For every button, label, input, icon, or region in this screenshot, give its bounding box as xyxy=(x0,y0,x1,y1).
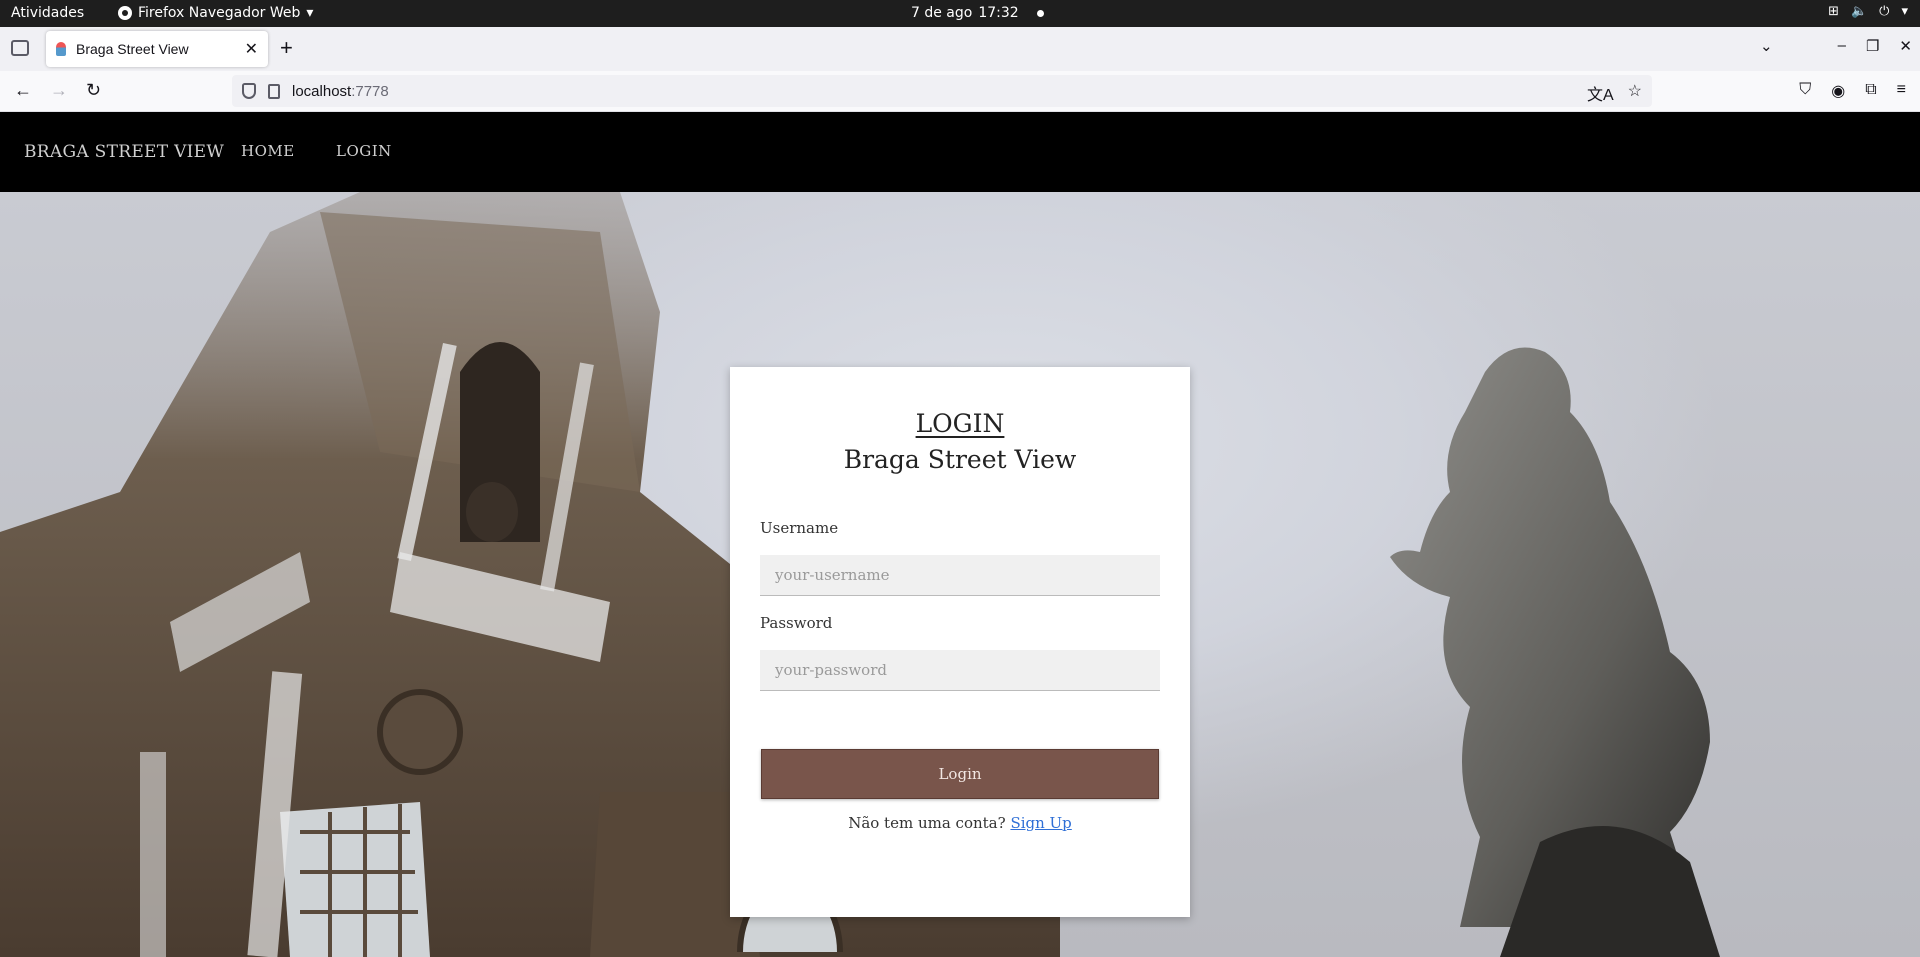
web-page: BRAGA STREET VIEW HOME LOGIN LOGIN Braga… xyxy=(0,112,1920,957)
nav-login-link[interactable]: LOGIN xyxy=(336,142,392,160)
system-top-bar: Atividades Firefox Navegador Web ▾ 7 de … xyxy=(0,0,1920,27)
login-button[interactable]: Login xyxy=(761,749,1159,799)
signup-link[interactable]: Sign Up xyxy=(1010,814,1071,832)
username-label: Username xyxy=(760,519,839,537)
clock-time: 17:32 xyxy=(978,5,1019,21)
password-input[interactable] xyxy=(760,650,1160,691)
close-window-icon[interactable]: ✕ xyxy=(1899,37,1912,55)
hero-background: LOGIN Braga Street View Username Passwor… xyxy=(0,192,1920,957)
window-controls: – ❐ ✕ xyxy=(1838,37,1912,55)
chevron-down-icon: ▾ xyxy=(1901,4,1908,19)
statue-image xyxy=(1390,347,1720,957)
site-favicon-icon xyxy=(56,42,66,56)
restore-icon[interactable]: ❐ xyxy=(1866,37,1879,55)
tab-braga-street-view[interactable]: Braga Street View ✕ xyxy=(46,31,268,67)
app-menu-label: Firefox Navegador Web xyxy=(138,5,301,21)
login-subheading: Braga Street View xyxy=(843,445,1077,474)
url-bar[interactable]: localhost:7778 文A ☆ xyxy=(232,75,1652,107)
signup-prompt-text: Não tem uma conta? xyxy=(848,814,1006,832)
volume-icon: 🔈 xyxy=(1850,4,1868,19)
site-navbar: BRAGA STREET VIEW HOME LOGIN xyxy=(0,112,1920,192)
reload-icon[interactable]: ↻ xyxy=(86,80,101,101)
tab-title: Braga Street View xyxy=(76,41,189,57)
notification-dot-icon xyxy=(1036,9,1044,17)
firefox-view-icon[interactable] xyxy=(11,40,29,56)
username-input[interactable] xyxy=(760,555,1160,596)
site-brand-link[interactable]: BRAGA STREET VIEW xyxy=(24,142,224,162)
menu-icon[interactable]: ≡ xyxy=(1897,81,1906,101)
system-tray[interactable]: ⊞ 🔈 ⏻ ▾ xyxy=(1828,4,1908,19)
account-icon[interactable]: ◉ xyxy=(1831,81,1845,101)
tracking-protection-icon[interactable] xyxy=(242,83,256,99)
page-info-icon[interactable] xyxy=(268,83,280,99)
extensions-icon[interactable]: ⧉ xyxy=(1865,81,1876,101)
signup-prompt: Não tem uma conta? Sign Up xyxy=(730,814,1190,832)
firefox-icon xyxy=(118,6,132,20)
app-menu[interactable]: Firefox Navegador Web ▾ xyxy=(118,5,313,21)
clock[interactable]: 7 de ago 17:32 xyxy=(911,5,1044,21)
tab-strip: Braga Street View ✕ + ⌄ – ❐ ✕ xyxy=(0,27,1920,71)
clock-date: 7 de ago xyxy=(911,5,973,21)
navigation-toolbar: ← → ↻ localhost:7778 文A ☆ ⛉ ◉ ⧉ ≡ xyxy=(0,71,1920,112)
password-label: Password xyxy=(760,614,833,632)
nav-home-link[interactable]: HOME xyxy=(241,142,295,160)
activities-button[interactable]: Atividades xyxy=(11,5,84,21)
forward-icon[interactable]: → xyxy=(50,80,68,101)
translate-icon[interactable]: 文A xyxy=(1587,81,1614,105)
back-icon[interactable]: ← xyxy=(14,80,32,101)
list-all-tabs-icon[interactable]: ⌄ xyxy=(1760,37,1773,55)
minimize-icon[interactable]: – xyxy=(1838,37,1846,55)
new-tab-icon[interactable]: + xyxy=(280,35,293,61)
login-heading: LOGIN xyxy=(915,409,1005,438)
power-icon: ⏻ xyxy=(1879,4,1890,19)
url-port: :7778 xyxy=(351,82,389,100)
close-tab-icon[interactable]: ✕ xyxy=(245,39,258,59)
pocket-icon[interactable]: ⛉ xyxy=(1799,81,1811,101)
login-card: LOGIN Braga Street View Username Passwor… xyxy=(730,367,1190,917)
chevron-down-icon: ▾ xyxy=(306,5,314,21)
network-icon: ⊞ xyxy=(1828,4,1839,19)
bookmark-star-icon[interactable]: ☆ xyxy=(1628,81,1642,105)
url-host: localhost xyxy=(292,82,352,100)
